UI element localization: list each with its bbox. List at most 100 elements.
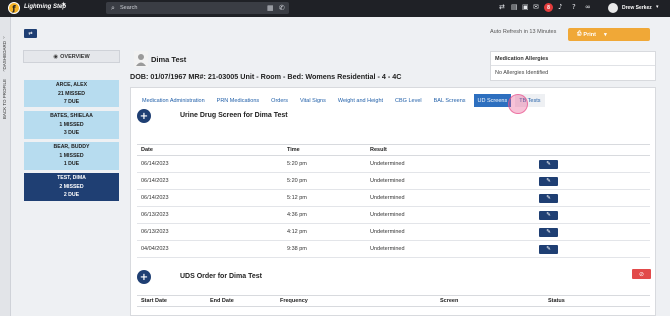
back-arrow-icon[interactable]: ‹ (3, 68, 5, 74)
uds-order-title: UDS Order for Dima Test (180, 273, 262, 280)
tab-bal-screens[interactable]: BAL Screens (430, 94, 470, 107)
row-date: 06/13/2023 (141, 229, 169, 235)
edit-button[interactable]: ✎ (539, 159, 558, 169)
tab-weight-and-height[interactable]: Weight and Height (334, 94, 387, 107)
print-button[interactable]: ⎙ Print ▾ (568, 28, 650, 41)
link-icon[interactable]: ∞ (585, 3, 591, 11)
patient-due: 3 DUE (63, 129, 80, 136)
bell-icon[interactable]: ♪ (558, 3, 562, 11)
delete-button[interactable]: ⊘ (632, 269, 651, 279)
patient-due: 2 DUE (63, 191, 80, 198)
user-name[interactable]: Drew Serkez (622, 5, 652, 11)
tab-ud-screens[interactable]: UD Screens (473, 94, 512, 107)
table-header-row: Date Time Result (137, 144, 650, 156)
patient-missed: 2 MISSED (59, 183, 84, 190)
table-row: 06/14/2023 5:20 pm Undetermined ✎ (137, 156, 650, 173)
column-header: Time (287, 147, 300, 153)
phone-icon[interactable]: ✆ (279, 4, 285, 12)
row-result: Undetermined (370, 195, 405, 201)
column-header: Date (141, 147, 153, 153)
chevron-down-icon: ▾ (603, 31, 607, 38)
patient-name: BATES, SHIELAA (50, 113, 93, 119)
user-avatar[interactable] (608, 3, 618, 13)
tab-bar: Medication Administration PRN Medication… (138, 94, 549, 107)
patient-card[interactable]: BATES, SHIELAA 1 MISSED 3 DUE (24, 111, 119, 139)
collapse-panel-button[interactable]: ⇄ (24, 29, 37, 38)
column-header: Start Date (141, 298, 167, 304)
search-input[interactable]: Search (120, 5, 137, 11)
edit-icon: ✎ (546, 246, 551, 252)
row-date: 06/14/2023 (141, 161, 169, 167)
row-result: Undetermined (370, 212, 405, 218)
chat-icon[interactable]: ✉ (533, 3, 539, 11)
patient-info-line: DOB: 01/07/1967 MR#: 21-03005 Unit - Roo… (130, 72, 402, 81)
row-time: 4:36 pm (287, 212, 307, 218)
tab-prn-medications[interactable]: PRN Medications (213, 94, 264, 107)
brand-name: Lightning Step (24, 4, 66, 10)
calendar-icon[interactable]: ▦ (267, 4, 274, 12)
edit-icon: ✎ (546, 178, 551, 184)
table-header-row: Start Date End Date Frequency Screen Sta… (137, 295, 650, 307)
back-to-profile-link[interactable]: BACK TO PROFILE (2, 79, 7, 119)
table-row: 06/13/2023 4:36 pm Undetermined ✎ (137, 207, 650, 224)
dashboard-link[interactable]: DASHBOARD (2, 41, 7, 70)
row-result: Undetermined (370, 246, 405, 252)
patient-photo-placeholder (134, 51, 148, 67)
row-time: 5:12 pm (287, 195, 307, 201)
calendar-nav-icon[interactable]: ▤ (511, 3, 518, 11)
edit-icon: ✎ (546, 212, 551, 218)
help-icon[interactable]: ? (572, 3, 576, 11)
search-icon: ⌕ (111, 4, 115, 12)
chevron-down-icon[interactable]: ▾ (656, 4, 659, 10)
star-icon: ★ (61, 2, 67, 8)
table-row: 04/04/2023 9:38 pm Undetermined ✎ (137, 241, 650, 258)
tab-vital-signs[interactable]: Vital Signs (296, 94, 330, 107)
row-time: 4:12 pm (287, 229, 307, 235)
patient-name: BEAR, BUDDY (53, 144, 90, 150)
inbox-icon[interactable]: ▣ (522, 3, 529, 11)
patient-due: 1 DUE (63, 160, 80, 167)
table-row: 06/13/2023 4:12 pm Undetermined ✎ (137, 224, 650, 241)
lightning-logo-icon[interactable]: ƒ (8, 2, 20, 14)
ud-screens-table: Date Time Result 06/14/2023 5:20 pm Unde… (137, 144, 650, 258)
patient-card-selected[interactable]: TEST, DIMA 2 MISSED 2 DUE (24, 173, 119, 201)
row-result: Undetermined (370, 178, 405, 184)
edit-button[interactable]: ✎ (539, 210, 558, 220)
row-date: 06/14/2023 (141, 178, 169, 184)
transfer-icon[interactable]: ⇄ (499, 3, 505, 11)
patient-card[interactable]: ARCE, ALEX 21 MISSED 7 DUE (24, 80, 119, 107)
edit-button[interactable]: ✎ (539, 193, 558, 203)
top-navigation-bar: ƒ Lightning Step ★ ⌕ Search ▦ ✆ ⇄ ▤ ▣ ✉ … (0, 0, 670, 17)
table-row: 06/14/2023 5:20 pm Undetermined ✎ (137, 173, 650, 190)
column-header: Screen (440, 298, 459, 304)
row-date: 06/14/2023 (141, 195, 169, 201)
search-bar[interactable]: ⌕ Search ▦ ✆ (106, 2, 289, 14)
cursor-highlight (508, 94, 528, 114)
patient-missed: 1 MISSED (59, 152, 84, 159)
patient-name-heading: Dima Test (151, 55, 187, 64)
allergies-title: Medication Allergies (495, 56, 549, 62)
edit-icon: ✎ (546, 229, 551, 235)
row-date: 04/04/2023 (141, 246, 169, 252)
patient-name: ARCE, ALEX (55, 82, 88, 88)
tab-orders[interactable]: Orders (267, 94, 292, 107)
patient-card[interactable]: BEAR, BUDDY 1 MISSED 1 DUE (24, 142, 119, 170)
allergies-value: No Allergies Identified (495, 70, 549, 76)
tab-medication-administration[interactable]: Medication Administration (138, 94, 209, 107)
row-time: 9:38 pm (287, 246, 307, 252)
edit-button[interactable]: ✎ (539, 244, 558, 254)
tab-cbg-level[interactable]: CBG Level (391, 94, 426, 107)
edit-button[interactable]: ✎ (539, 227, 558, 237)
print-label: Print (583, 31, 596, 38)
overview-button[interactable]: ◉ OVERVIEW (23, 50, 120, 63)
edit-button[interactable]: ✎ (539, 176, 558, 186)
patient-name: TEST, DIMA (57, 175, 86, 181)
trash-icon: ⊘ (638, 270, 645, 278)
row-result: Undetermined (370, 229, 405, 235)
row-time: 5:20 pm (287, 178, 307, 184)
add-ud-screen-button[interactable]: + (137, 109, 151, 123)
notification-count-badge[interactable]: 8 (544, 3, 553, 12)
add-uds-order-button[interactable]: + (137, 270, 151, 284)
column-header: Result (370, 147, 387, 153)
overview-label: OVERVIEW (60, 53, 90, 60)
